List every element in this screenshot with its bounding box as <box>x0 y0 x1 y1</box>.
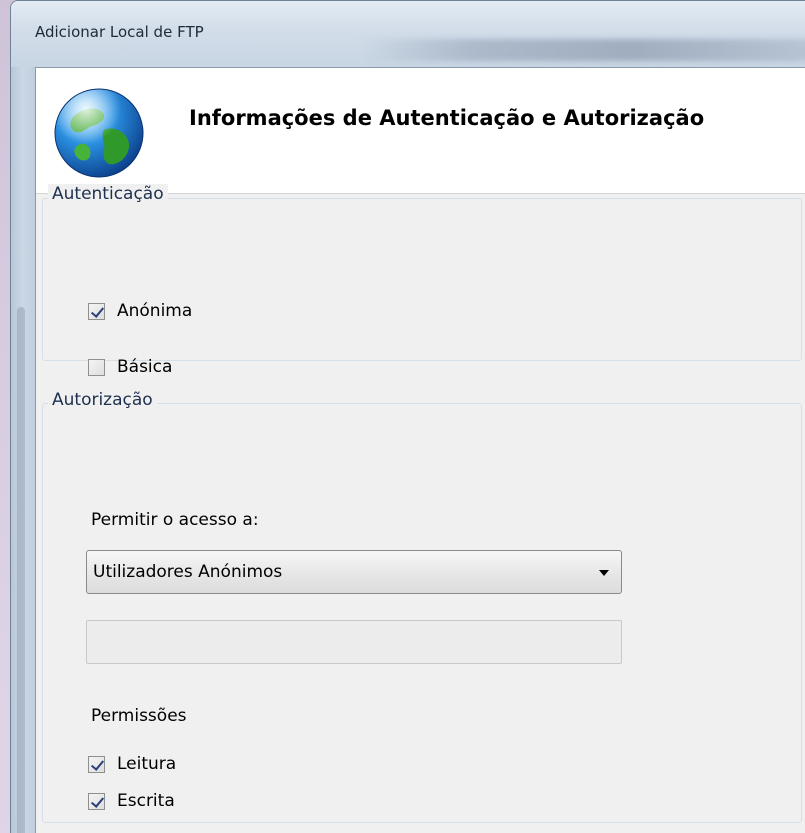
anonymous-checkbox[interactable] <box>88 302 105 320</box>
read-checkbox-row[interactable]: Leitura <box>88 754 176 774</box>
border-shade <box>17 307 25 833</box>
read-checkbox[interactable] <box>88 755 105 773</box>
users-input <box>86 620 622 664</box>
title-bar-background-blur <box>361 39 805 61</box>
write-checkbox[interactable] <box>88 792 105 810</box>
wizard-header: Informações de Autenticação e Autorizaçã… <box>36 68 805 194</box>
access-select[interactable]: Utilizadores Anónimos <box>86 550 622 594</box>
authentication-group <box>42 198 802 361</box>
read-checkbox-label[interactable]: Leitura <box>117 754 176 774</box>
write-checkbox-label[interactable]: Escrita <box>117 791 175 811</box>
basic-checkbox-row[interactable]: Básica <box>88 357 172 377</box>
chevron-down-icon[interactable] <box>599 570 609 576</box>
globe-icon <box>54 88 144 178</box>
access-label: Permitir o acesso a: <box>91 510 259 530</box>
title-bar[interactable]: Adicionar Local de FTP <box>11 1 805 67</box>
window-title: Adicionar Local de FTP <box>35 23 204 41</box>
access-select-value[interactable]: Utilizadores Anónimos <box>93 562 282 582</box>
permissions-label: Permissões <box>91 706 187 726</box>
window-left-border <box>11 67 35 833</box>
write-checkbox-row[interactable]: Escrita <box>88 791 175 811</box>
page-title: Informações de Autenticação e Autorizaçã… <box>189 106 705 130</box>
basic-checkbox[interactable] <box>88 358 105 376</box>
authentication-group-label: Autenticação <box>48 184 168 204</box>
anonymous-checkbox-label[interactable]: Anónima <box>117 301 192 321</box>
authorization-group-label: Autorização <box>48 390 157 410</box>
basic-checkbox-label[interactable]: Básica <box>117 357 172 377</box>
anonymous-checkbox-row[interactable]: Anónima <box>88 301 192 321</box>
